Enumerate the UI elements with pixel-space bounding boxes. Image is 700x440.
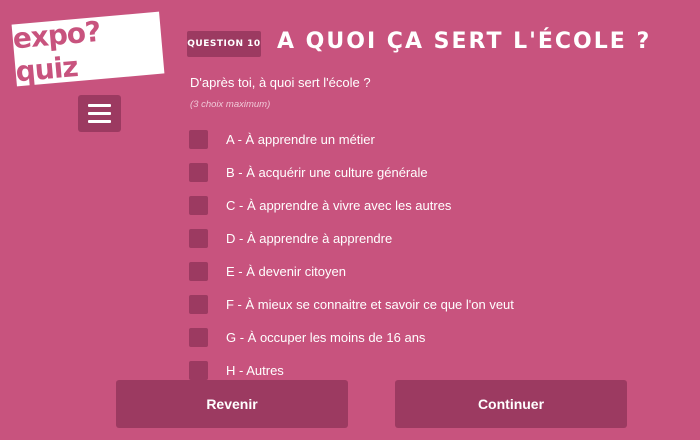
question-title: A QUOI ÇA SERT L'ÉCOLE ? (277, 29, 652, 54)
option-label: C - À apprendre à vivre avec les autres (226, 198, 452, 213)
option-label: A - À apprendre un métier (226, 132, 375, 147)
checkbox[interactable] (189, 328, 208, 347)
answer-option-b[interactable]: B - À acquérir une culture générale (189, 156, 514, 189)
question-number-badge: QUESTION 10 (187, 31, 261, 57)
answer-option-e[interactable]: E - À devenir citoyen (189, 255, 514, 288)
answer-option-d[interactable]: D - À apprendre à apprendre (189, 222, 514, 255)
checkbox[interactable] (189, 229, 208, 248)
checkbox[interactable] (189, 196, 208, 215)
answer-options-list: A - À apprendre un métier B - À acquérir… (189, 123, 514, 387)
hamburger-menu-icon-bar (88, 120, 111, 123)
option-label: E - À devenir citoyen (226, 264, 346, 279)
checkbox[interactable] (189, 130, 208, 149)
answer-option-c[interactable]: C - À apprendre à vivre avec les autres (189, 189, 514, 222)
choice-limit-hint: (3 choix maximum) (190, 99, 271, 110)
continue-button[interactable]: Continuer (395, 380, 627, 428)
answer-option-g[interactable]: G - À occuper les moins de 16 ans (189, 321, 514, 354)
logo-text: expo?quiz (11, 14, 102, 89)
checkbox[interactable] (189, 361, 208, 380)
option-label: G - À occuper les moins de 16 ans (226, 330, 426, 345)
answer-option-f[interactable]: F - À mieux se connaitre et savoir ce qu… (189, 288, 514, 321)
checkbox[interactable] (189, 163, 208, 182)
menu-button[interactable] (78, 95, 121, 132)
checkbox[interactable] (189, 262, 208, 281)
checkbox[interactable] (189, 295, 208, 314)
option-label: F - À mieux se connaitre et savoir ce qu… (226, 297, 514, 312)
option-label: D - À apprendre à apprendre (226, 231, 393, 246)
hamburger-menu-icon-bar (88, 112, 111, 115)
answer-option-a[interactable]: A - À apprendre un métier (189, 123, 514, 156)
back-button[interactable]: Revenir (116, 380, 348, 428)
question-prompt: D'après toi, à quoi sert l'école ? (190, 75, 371, 90)
option-label: H - Autres (226, 363, 284, 378)
expo-quiz-logo[interactable]: expo?quiz (11, 11, 165, 89)
option-label: B - À acquérir une culture générale (226, 165, 428, 180)
hamburger-menu-icon (88, 104, 111, 107)
